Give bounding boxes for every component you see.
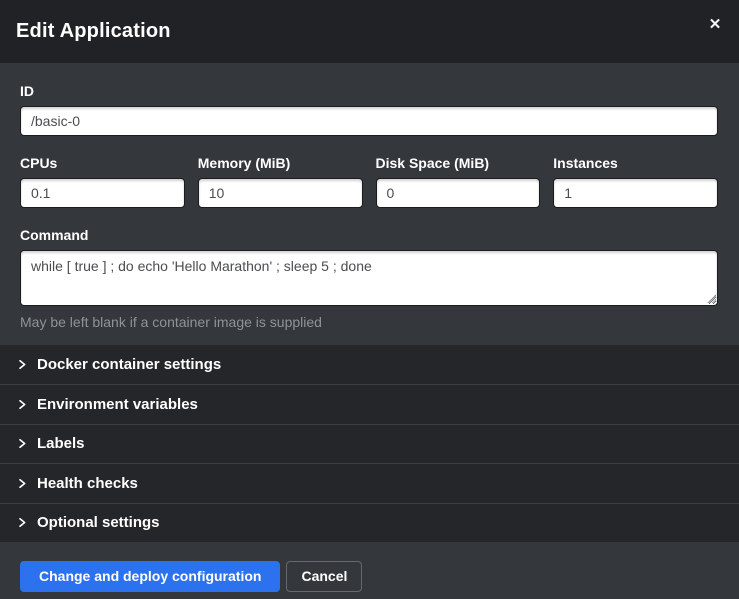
memory-label: Memory (MiB) xyxy=(198,155,363,171)
section-health-checks[interactable]: Health checks xyxy=(0,463,739,502)
section-label: Labels xyxy=(37,435,85,452)
change-and-deploy-button[interactable]: Change and deploy configuration xyxy=(20,561,280,592)
resources-row: CPUs Memory (MiB) Disk Space (MiB) Insta… xyxy=(20,155,718,208)
id-field-group: ID xyxy=(20,83,718,136)
chevron-right-icon xyxy=(18,360,27,369)
disk-field-group: Disk Space (MiB) xyxy=(376,155,541,208)
command-help-text: May be left blank if a container image i… xyxy=(20,314,718,330)
cpus-input[interactable] xyxy=(20,178,185,208)
id-label: ID xyxy=(20,83,718,99)
instances-label: Instances xyxy=(553,155,718,171)
collapsible-sections: Docker container settings Environment va… xyxy=(0,345,739,542)
command-textarea-wrap: while [ true ] ; do echo 'Hello Marathon… xyxy=(20,250,718,306)
id-input[interactable] xyxy=(20,106,718,136)
cancel-button[interactable]: Cancel xyxy=(286,561,362,592)
command-label: Command xyxy=(20,227,718,243)
section-label: Health checks xyxy=(37,475,138,492)
dialog-header: Edit Application ✕ xyxy=(0,0,739,63)
cpus-field-group: CPUs xyxy=(20,155,185,208)
edit-application-dialog: Edit Application ✕ ID CPUs Memory (MiB) … xyxy=(0,0,739,599)
cpus-label: CPUs xyxy=(20,155,185,171)
chevron-right-icon xyxy=(18,439,27,448)
disk-label: Disk Space (MiB) xyxy=(376,155,541,171)
memory-input[interactable] xyxy=(198,178,363,208)
section-label: Docker container settings xyxy=(37,356,221,373)
section-label: Optional settings xyxy=(37,514,160,531)
disk-input[interactable] xyxy=(376,178,541,208)
close-icon[interactable]: ✕ xyxy=(705,14,725,34)
section-labels[interactable]: Labels xyxy=(0,424,739,463)
chevron-right-icon xyxy=(18,518,27,527)
command-field-group: Command while [ true ] ; do echo 'Hello … xyxy=(20,227,718,330)
section-environment-variables[interactable]: Environment variables xyxy=(0,384,739,423)
memory-field-group: Memory (MiB) xyxy=(198,155,363,208)
section-optional-settings[interactable]: Optional settings xyxy=(0,503,739,542)
instances-field-group: Instances xyxy=(553,155,718,208)
chevron-right-icon xyxy=(18,400,27,409)
instances-input[interactable] xyxy=(553,178,718,208)
section-label: Environment variables xyxy=(37,396,198,413)
dialog-title: Edit Application xyxy=(16,20,171,43)
chevron-right-icon xyxy=(18,479,27,488)
form-body: ID CPUs Memory (MiB) Disk Space (MiB) In… xyxy=(0,63,739,345)
dialog-footer: Change and deploy configuration Cancel xyxy=(0,542,739,599)
section-docker-container-settings[interactable]: Docker container settings xyxy=(0,345,739,384)
command-textarea[interactable]: while [ true ] ; do echo 'Hello Marathon… xyxy=(20,250,718,306)
